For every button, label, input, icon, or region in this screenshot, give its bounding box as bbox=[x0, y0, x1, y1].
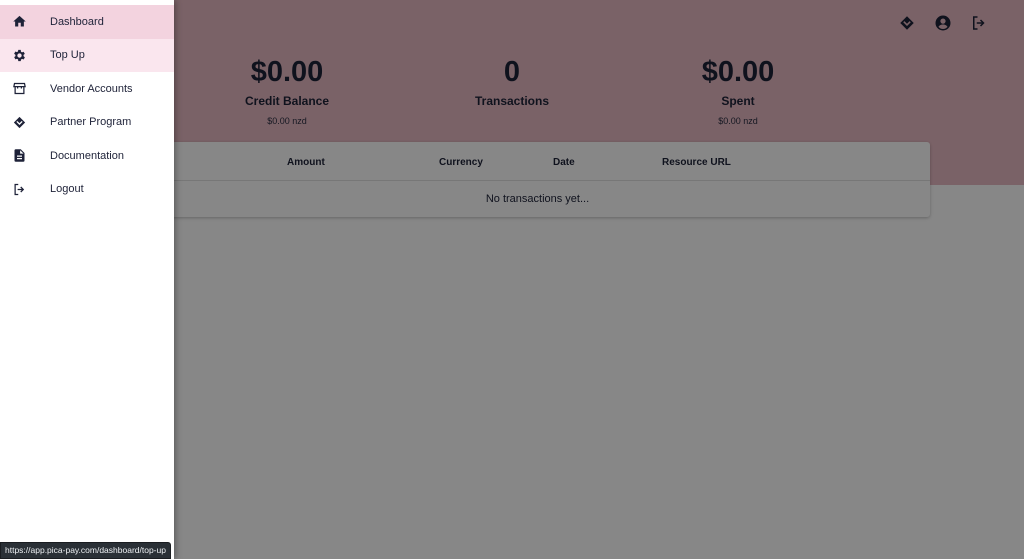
document-icon bbox=[0, 148, 38, 163]
store-icon bbox=[0, 81, 38, 96]
home-icon bbox=[0, 14, 38, 29]
nav-item-label: Top Up bbox=[50, 49, 85, 62]
nav-item-vendor-accounts[interactable]: Vendor Accounts bbox=[0, 72, 174, 106]
navigation-drawer: Dashboard Top Up Vendor Accounts Partner… bbox=[0, 0, 174, 559]
nav-item-top-up[interactable]: Top Up bbox=[0, 38, 174, 72]
nav-item-label: Logout bbox=[50, 183, 84, 196]
nav-item-label: Vendor Accounts bbox=[50, 82, 133, 95]
status-bar-url: https://app.pica-pay.com/dashboard/top-u… bbox=[0, 542, 171, 559]
nav-item-label: Documentation bbox=[50, 149, 124, 162]
nav-item-label: Partner Program bbox=[50, 116, 132, 129]
nav-item-documentation[interactable]: Documentation bbox=[0, 139, 174, 173]
logout-icon bbox=[0, 182, 38, 197]
nav-item-partner-program[interactable]: Partner Program bbox=[0, 106, 174, 140]
partner-icon bbox=[0, 115, 38, 130]
nav-item-logout[interactable]: Logout bbox=[0, 173, 174, 207]
nav-item-dashboard[interactable]: Dashboard bbox=[0, 5, 174, 39]
nav-item-label: Dashboard bbox=[50, 15, 104, 28]
gear-icon bbox=[0, 48, 38, 63]
